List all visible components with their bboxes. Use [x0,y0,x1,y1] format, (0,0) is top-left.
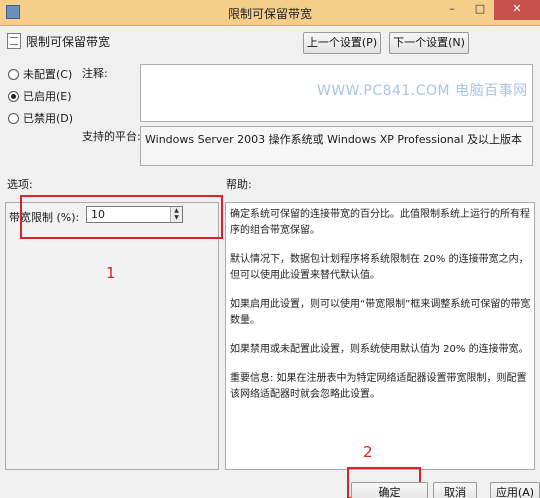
watermark: WWW.PC841.COM 电脑百事网 [317,83,528,99]
radio-enabled[interactable]: 已启用(E) [8,88,72,104]
annotation-1: 1 [106,264,116,282]
platform-value: Windows Server 2003 操作系统或 Windows XP Pro… [140,126,533,166]
maximize-button[interactable]: □ [466,0,494,20]
help-paragraph: 如果启用此设置，则可以使用“带宽限制”框来调整系统可保留的带宽数量。 [230,299,531,326]
next-setting-button[interactable]: 下一个设置(N) [389,32,469,54]
options-heading: 选项: [7,178,33,191]
ok-button[interactable]: 确定 [351,482,428,498]
radio-not-configured-label: 未配置(C) [23,68,73,81]
help-paragraph: 重要信息: 如果在注册表中为特定网络适配器设置带宽限制，则配置该网络适配器时就会… [230,373,527,400]
help-paragraph: 如果禁用或未配置此设置，则系统使用默认值为 20% 的连接带宽。 [230,344,529,355]
comment-label: 注释: [82,67,108,80]
help-panel: 确定系统可保留的连接带宽的百分比。此值限制系统上运行的所有程序的组合带宽保留。 … [225,202,535,470]
policy-title: 限制可保留带宽 [26,35,111,49]
radio-not-configured-circle[interactable] [8,68,19,80]
help-paragraph: 确定系统可保留的连接带宽的百分比。此值限制系统上运行的所有程序的组合带宽保留。 [230,209,530,236]
help-paragraph: 默认情况下，数据包计划程序将系统限制在 20% 的连接带宽之内，但可以使用此设置… [230,254,529,281]
radio-not-configured[interactable]: 未配置(C) [8,66,72,82]
prev-setting-button[interactable]: 上一个设置(P) [303,32,381,54]
radio-enabled-label: 已启用(E) [23,90,72,103]
platform-label: 支持的平台: [82,130,141,143]
minimize-button[interactable]: – [438,0,466,20]
apply-button[interactable]: 应用(A) [490,482,540,498]
policy-icon [7,33,21,49]
radio-disabled[interactable]: 已禁用(D) [8,110,73,126]
highlight-box-1 [20,195,223,239]
options-panel [5,202,219,470]
radio-enabled-circle[interactable] [8,90,19,102]
help-heading: 帮助: [226,178,252,191]
title-bar: 限制可保留带宽 – □ ✕ [0,0,540,26]
radio-disabled-circle[interactable] [8,112,19,124]
close-button[interactable]: ✕ [494,0,540,20]
radio-disabled-label: 已禁用(D) [23,112,74,125]
annotation-2: 2 [363,443,373,461]
cancel-button[interactable]: 取消 [433,482,477,498]
